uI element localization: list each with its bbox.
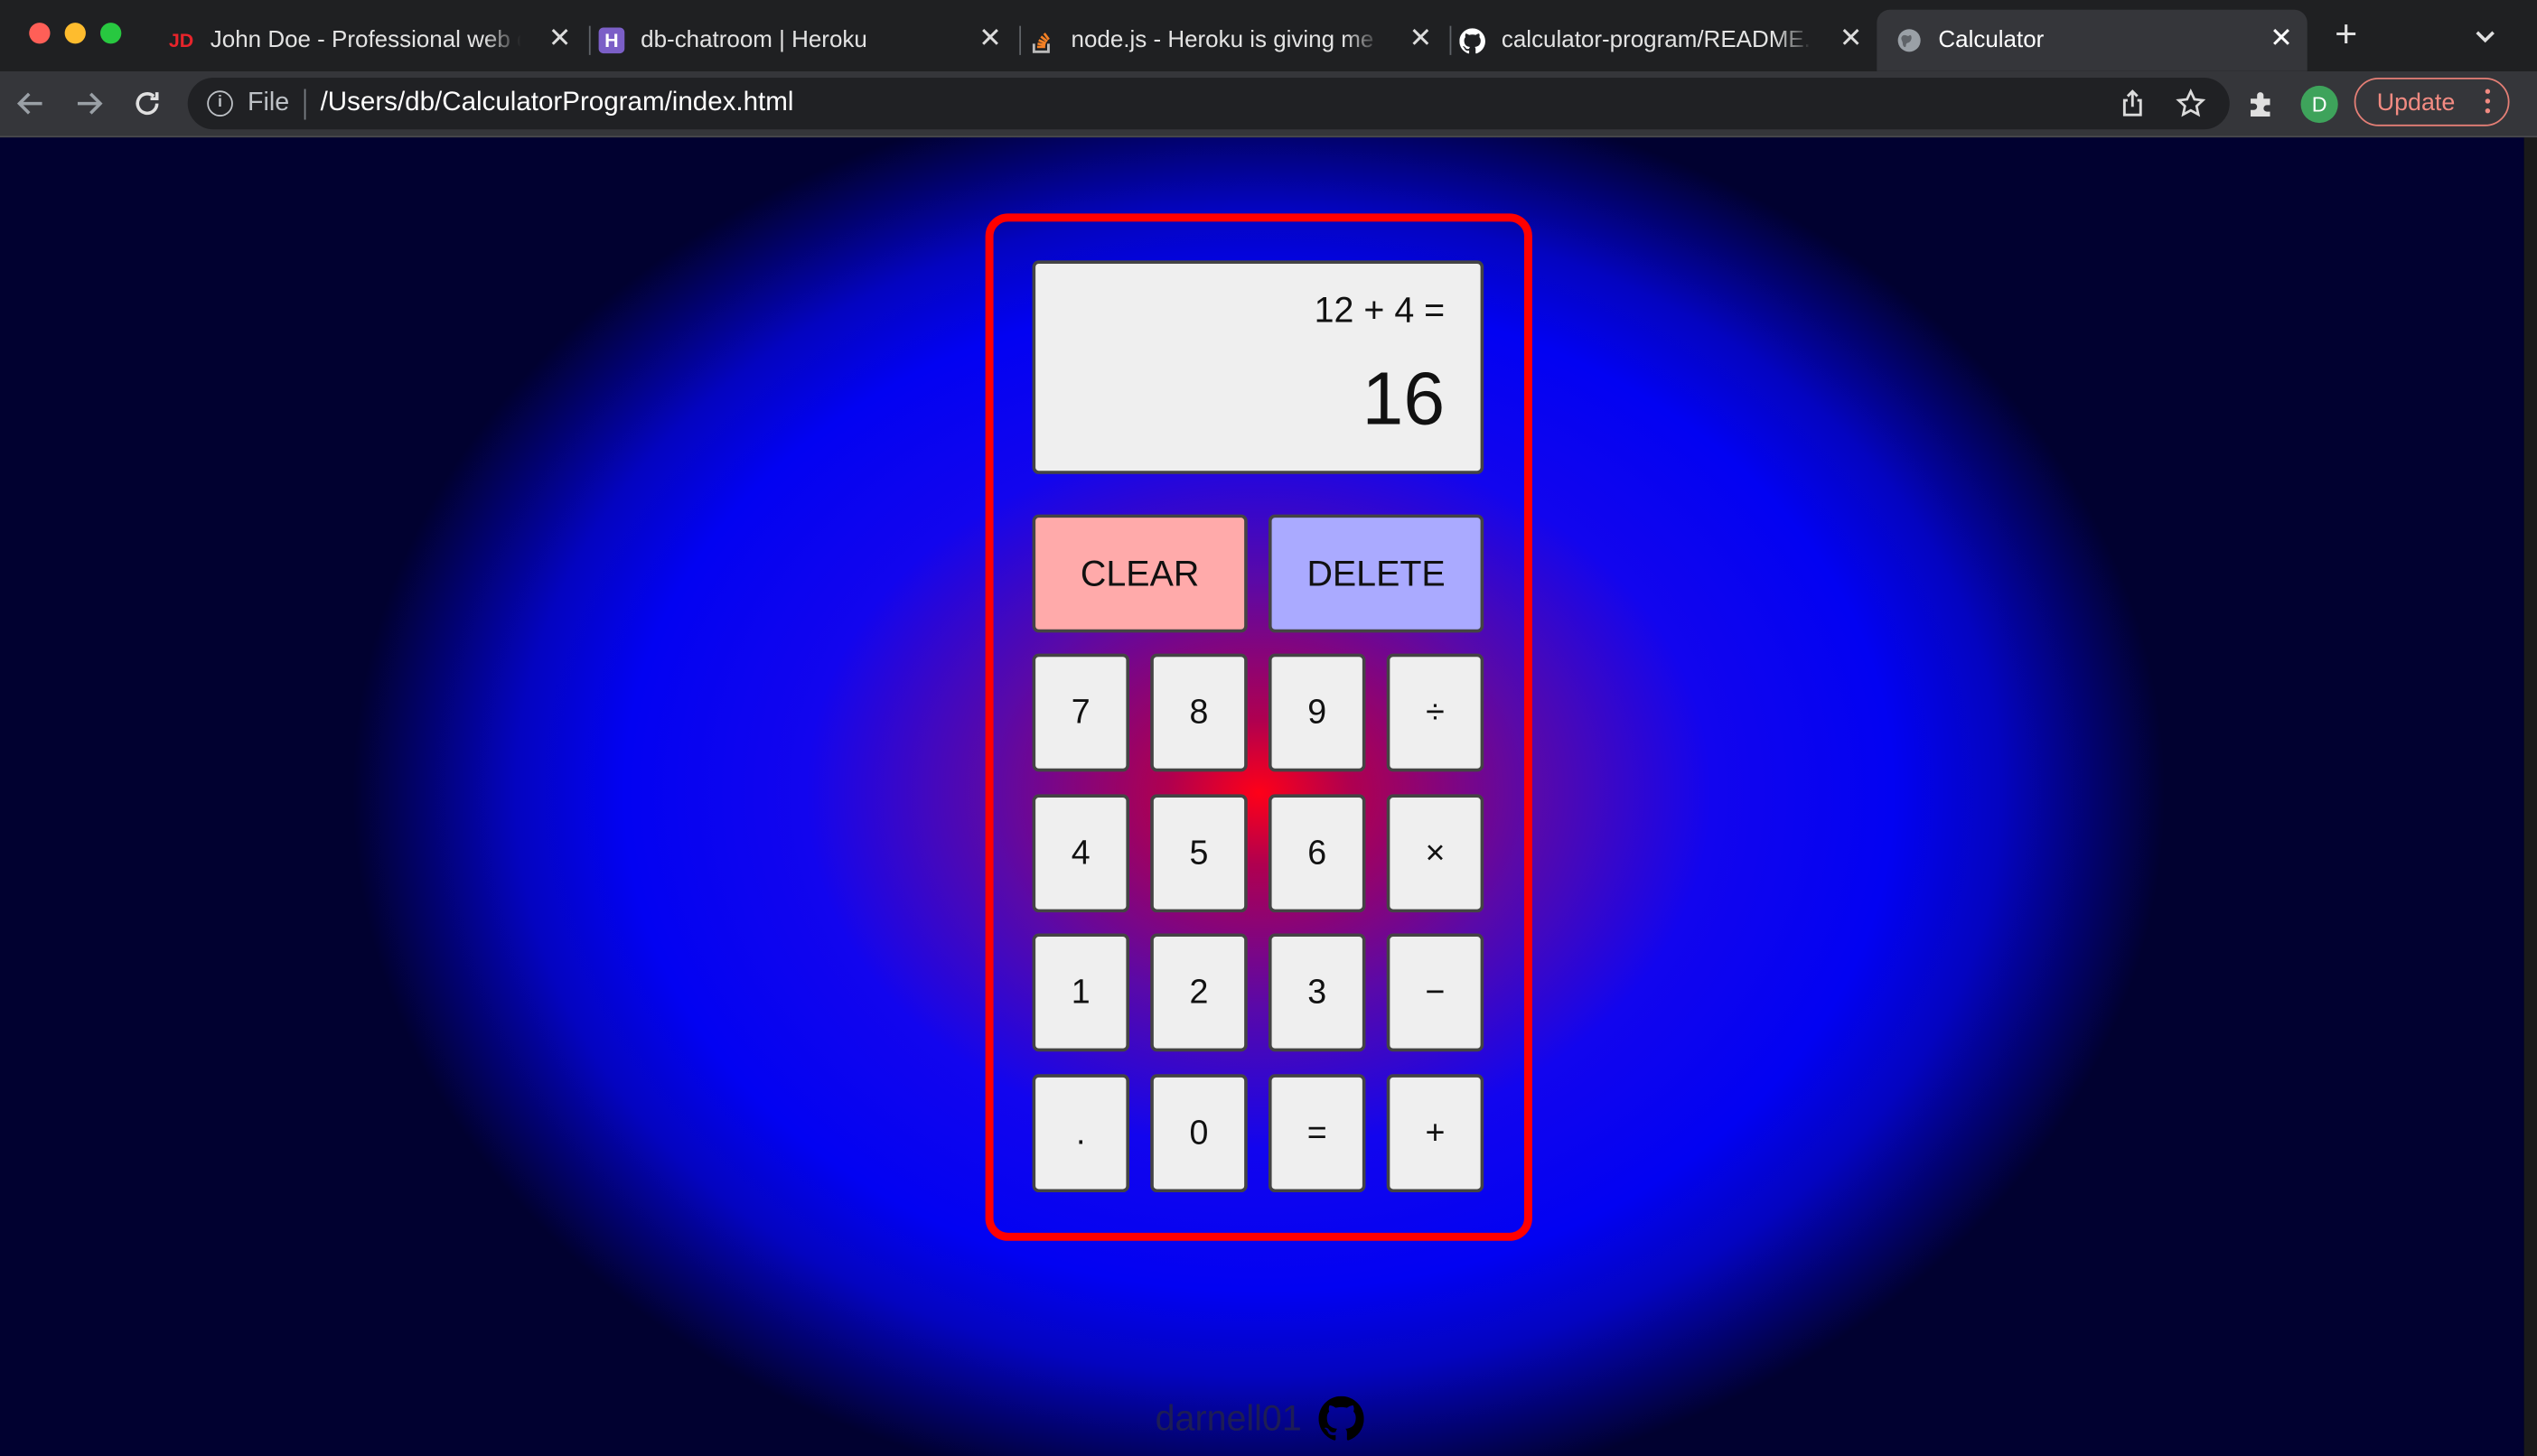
key-subtract[interactable]: −	[1386, 933, 1484, 1052]
tab-calculator[interactable]: Calculator ✕	[1877, 9, 2308, 71]
address-bar[interactable]: i File /Users/db/CalculatorProgram/index…	[187, 77, 2230, 130]
tab-title: node.js - Heroku is giving me a	[1071, 27, 1382, 54]
current-operand: 16	[1362, 356, 1446, 441]
close-icon[interactable]: ✕	[547, 24, 573, 51]
calculator-display: 12 + 4 = 16	[1032, 260, 1484, 474]
heroku-icon: H	[598, 27, 625, 54]
tab-stackoverflow[interactable]: node.js - Heroku is giving me a ✕	[1029, 10, 1446, 71]
key-divide[interactable]: ÷	[1386, 653, 1484, 772]
plus-icon[interactable]: +	[2326, 15, 2365, 55]
chevron-down-icon[interactable]	[2466, 16, 2504, 55]
forward-icon[interactable]	[70, 84, 108, 123]
update-label: Update	[2376, 89, 2456, 117]
key-3[interactable]: 3	[1268, 933, 1366, 1052]
tab-github-readme[interactable]: calculator-program/README.m ✕	[1459, 10, 1877, 71]
clear-button[interactable]: CLEAR	[1032, 514, 1248, 633]
key-7[interactable]: 7	[1032, 653, 1129, 772]
key-1[interactable]: 1	[1032, 933, 1129, 1052]
profile-avatar[interactable]: D	[2300, 85, 2338, 124]
window-edge	[2523, 137, 2537, 1456]
tab-separator	[588, 25, 591, 55]
delete-button[interactable]: DELETE	[1268, 514, 1484, 633]
key-equals[interactable]: =	[1268, 1074, 1366, 1193]
more-vert-icon[interactable]	[2485, 84, 2492, 118]
scheme-label: File	[247, 89, 290, 117]
close-icon[interactable]: ✕	[1408, 24, 1434, 51]
browser-window: JD John Doe - Professional web d ✕ H db-…	[0, 0, 2537, 1456]
tab-john-doe[interactable]: JD John Doe - Professional web d ✕	[168, 10, 585, 71]
key-9[interactable]: 9	[1268, 653, 1366, 772]
share-icon[interactable]	[2116, 88, 2148, 120]
key-0[interactable]: 0	[1150, 1074, 1248, 1193]
maximize-window-button[interactable]	[100, 23, 122, 44]
tab-title: calculator-program/README.m	[1501, 27, 1812, 54]
previous-operand: 12 + 4 =	[1314, 289, 1446, 331]
info-icon[interactable]: i	[207, 90, 233, 117]
stackoverflow-icon	[1029, 27, 1055, 53]
tab-title: db-chatroom | Heroku	[641, 27, 867, 54]
globe-icon	[1896, 27, 1923, 53]
close-icon[interactable]: ✕	[1838, 24, 1864, 51]
jd-logo-icon: JD	[168, 29, 194, 52]
key-2[interactable]: 2	[1150, 933, 1248, 1052]
key-add[interactable]: +	[1386, 1074, 1484, 1193]
reload-icon[interactable]	[127, 84, 166, 123]
address-separator	[304, 89, 306, 120]
footer: darnell01	[1156, 1395, 1363, 1443]
tab-separator	[1449, 25, 1452, 55]
tab-title: Calculator	[1938, 27, 2045, 54]
key-decimal[interactable]: .	[1032, 1074, 1129, 1193]
url-text[interactable]: /Users/db/CalculatorProgram/index.html	[321, 88, 794, 118]
tab-strip: JD John Doe - Professional web d ✕ H db-…	[0, 0, 2537, 71]
key-8[interactable]: 8	[1150, 653, 1248, 772]
update-button[interactable]: Update	[2354, 77, 2510, 126]
browser-toolbar: i File /Users/db/CalculatorProgram/index…	[0, 70, 2537, 138]
back-icon[interactable]	[12, 84, 51, 123]
star-icon[interactable]	[2175, 88, 2207, 120]
extensions-icon[interactable]	[2246, 88, 2279, 120]
close-window-button[interactable]	[29, 23, 51, 44]
key-multiply[interactable]: ×	[1386, 794, 1484, 913]
github-icon[interactable]	[1317, 1395, 1363, 1442]
tab-title: John Doe - Professional web d	[210, 27, 521, 54]
close-icon[interactable]: ✕	[978, 24, 1004, 51]
key-5[interactable]: 5	[1150, 794, 1248, 913]
tab-separator	[1019, 25, 1022, 55]
author-link[interactable]: darnell01	[1156, 1398, 1302, 1441]
tab-db-chatroom[interactable]: H db-chatroom | Heroku ✕	[598, 10, 1016, 71]
key-4[interactable]: 4	[1032, 794, 1129, 913]
github-icon	[1459, 27, 1485, 53]
minimize-window-button[interactable]	[64, 23, 86, 44]
close-icon[interactable]: ✕	[2269, 24, 2295, 51]
key-6[interactable]: 6	[1268, 794, 1366, 913]
